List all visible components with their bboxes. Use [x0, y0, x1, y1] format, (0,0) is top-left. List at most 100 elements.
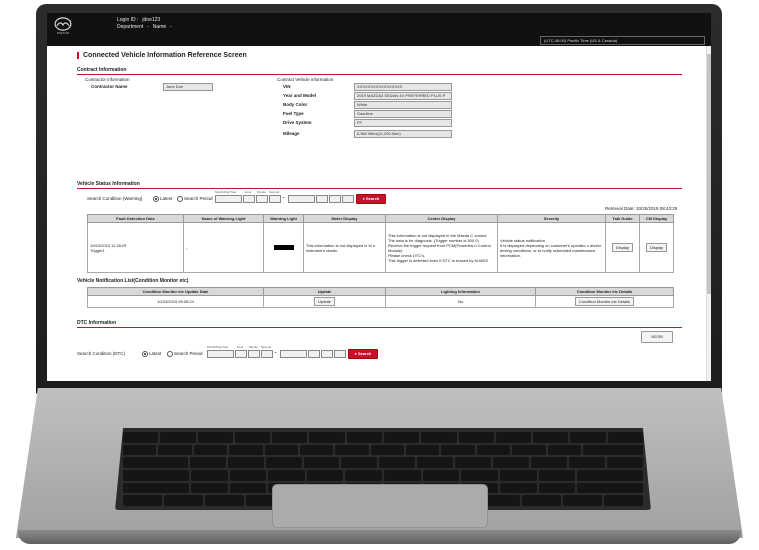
date-hint: Month/Day/Year	[215, 190, 237, 194]
drive-system-label: Drive System	[283, 120, 312, 125]
col-cm-update-date: Condition Monitor etc Update Date	[87, 287, 264, 296]
logo-text: mazda	[56, 31, 69, 35]
dtc-minute-hint: Minute	[249, 345, 259, 349]
warning-search-button[interactable]: ⌕ Search	[356, 194, 386, 204]
minute-hint: Minute	[257, 190, 267, 194]
login-id-label: Login ID :	[117, 17, 139, 23]
second-hint: Second	[269, 190, 280, 194]
main-content: Connected Vehicle Information Reference …	[47, 46, 711, 381]
vehicle-status-table: Fault Detection Date Name of Warning Lig…	[87, 214, 674, 273]
contractor-name-label: Contractor Name	[91, 84, 128, 89]
vertical-scrollbar[interactable]	[706, 46, 711, 381]
dtc-end-hour-select[interactable]	[308, 350, 320, 358]
dtc-latest-label: Latest	[149, 351, 162, 356]
trigger-id: Trigger1	[90, 247, 105, 253]
contractor-name-field: Jane Doe	[163, 83, 213, 91]
fault-date-cell: 10/24/2019 11:28:29 Trigger1	[87, 222, 184, 273]
end-second-select[interactable]	[342, 195, 354, 203]
table-row: 10/24/2019 11:28:29 Trigger1 - This infor…	[87, 222, 674, 273]
table-row: 10/23/2019 05:05:24 Update No Condition …	[87, 295, 674, 308]
dtc-search-button-label: Search	[358, 351, 372, 356]
warning-search-button-label: Search	[366, 196, 380, 201]
warning-light-indicator	[273, 244, 294, 250]
col-lighting-info: Lighting Information	[385, 287, 536, 296]
login-id-value: jdoe123	[142, 17, 161, 23]
dtc-search-button[interactable]: ⌕ Search	[348, 349, 378, 359]
year-model-field: 2019 MAZDA3 SEDAN 4V PREFERRED PLUS P	[354, 92, 452, 100]
dtc-latest-radio[interactable]	[142, 351, 148, 357]
dtc-search-period-radio[interactable]	[167, 351, 173, 357]
col-meter-display: Meter Display	[303, 214, 386, 223]
end-minute-select[interactable]	[329, 195, 341, 203]
department-value: -	[147, 24, 149, 30]
center-line: The data is for diagnosis. (Trigger numb…	[388, 237, 479, 243]
start-second-select[interactable]	[269, 195, 281, 203]
col-center-display: Center Display	[385, 214, 498, 223]
vehicle-status-header-row: Fault Detection Date Name of Warning Lig…	[87, 214, 674, 223]
talk-guide-cell: Display	[605, 222, 640, 273]
mazda-logo-icon	[54, 17, 72, 31]
notification-table: Condition Monitor etc Update Date Update…	[87, 287, 674, 308]
mileage-label: Mileage	[283, 131, 300, 136]
mdsb-button[interactable]: MDSB	[641, 331, 673, 343]
center-line: This information is not displayed in the…	[388, 232, 488, 238]
dtc-second-hint: Second	[261, 345, 272, 349]
dtc-end-second-select[interactable]	[334, 350, 346, 358]
col-cm-display: CM Display	[639, 214, 674, 223]
start-hour-select[interactable]	[243, 195, 255, 203]
center-line: This trigger is detected even if DTC is …	[388, 257, 489, 263]
screen: mazda Login ID : jdoe123 Department - Name -…	[47, 13, 711, 381]
contract-section-title: Contract Information	[77, 67, 682, 75]
col-fault-date: Fault Detection Date	[87, 214, 184, 223]
name-label: Name	[152, 24, 167, 30]
end-hour-select[interactable]	[316, 195, 328, 203]
search-icon: ⌕	[354, 351, 357, 356]
dtc-start-minute-select[interactable]	[248, 350, 260, 358]
vin-label: VIN	[283, 84, 291, 89]
warning-light-cell	[263, 222, 304, 273]
dtc-date-hint: Month/Day/Year	[207, 345, 229, 349]
scrollbar-thumb[interactable]	[707, 54, 711, 294]
name-value: -	[170, 24, 172, 30]
center-display-cell: This information is not displayed in the…	[385, 222, 498, 273]
latest-radio[interactable]	[153, 196, 159, 202]
dtc-hour-hint: Hour	[237, 345, 244, 349]
start-date-input[interactable]	[215, 195, 242, 203]
cm-details-button[interactable]: Condition Monitor etc Details	[574, 297, 635, 306]
col-cm-details: Condition Monitor etc Details	[535, 287, 674, 296]
dtc-start-hour-select[interactable]	[235, 350, 247, 358]
dtc-end-minute-select[interactable]	[321, 350, 333, 358]
search-period-radio[interactable]	[177, 196, 183, 202]
latest-label: Latest	[160, 196, 173, 201]
talk-guide-display-button[interactable]: Display	[611, 243, 634, 252]
dtc-search-condition-label: Search Condition (DTC)	[77, 351, 126, 356]
dtc-end-date-input[interactable]	[280, 350, 307, 358]
update-button[interactable]: Update	[314, 297, 335, 306]
app-header: mazda Login ID : jdoe123 Department - Name -…	[47, 13, 711, 46]
vehicle-status-section-title: Vehicle Status Information	[77, 181, 682, 189]
lighting-info-cell: No	[385, 295, 536, 308]
dtc-start-date-input[interactable]	[207, 350, 234, 358]
vin-field: XXXXXXXXXXXXXXXXX	[354, 83, 452, 91]
vehicle-info-label: Contract Vehicle information	[277, 77, 334, 82]
body-color-field: White	[354, 101, 452, 109]
dtc-start-second-select[interactable]	[261, 350, 273, 358]
end-date-input[interactable]	[288, 195, 315, 203]
col-talk-guide: Talk Guide	[605, 214, 640, 223]
cm-update-date-cell: 10/23/2019 05:05:24	[87, 295, 264, 308]
department-label: Department	[117, 24, 144, 30]
warning-name-cell: -	[183, 222, 264, 273]
col-update: Update	[263, 287, 386, 296]
contractor-info-label: Contractor information	[85, 77, 130, 82]
year-model-label: Year and Model	[283, 93, 317, 98]
retrieval-date: Retrieval Date: 10/25/2019 08:43:25	[605, 206, 678, 211]
fuel-type-field: Gasoline	[354, 110, 452, 118]
drive-system-field: FF	[354, 119, 452, 127]
col-warning-name: Name of Warning Light	[183, 214, 264, 223]
start-minute-select[interactable]	[256, 195, 268, 203]
dtc-search-period-label: Search Period	[174, 351, 203, 356]
timezone-select[interactable]: (UTC-08:00) Pacific Time (US & Canada)	[540, 36, 705, 45]
center-line: Receive the trigger request from PCM(Pow…	[388, 242, 491, 253]
cm-display-button[interactable]: Display	[645, 243, 668, 252]
cm-display-cell: Display	[639, 222, 674, 273]
